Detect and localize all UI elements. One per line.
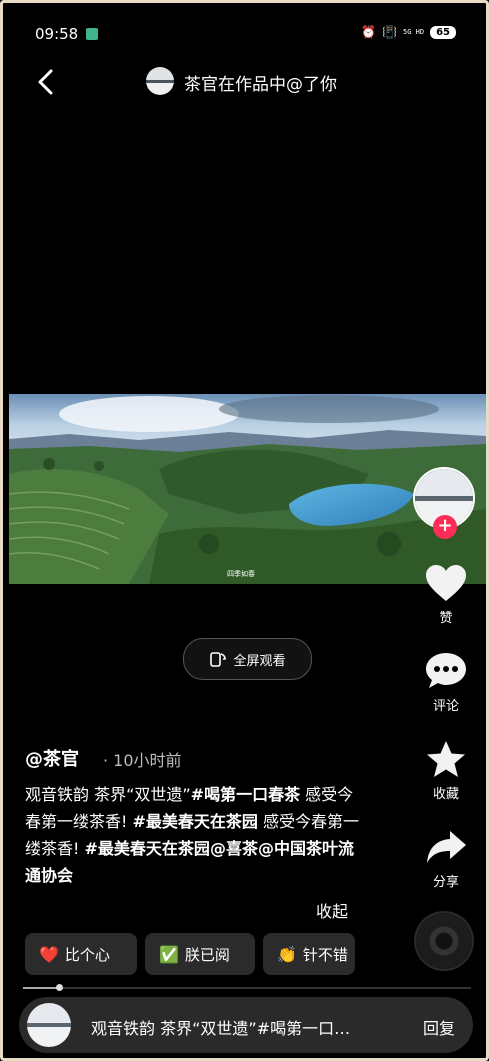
post-time: · 10小时前: [103, 751, 182, 770]
desc-text: 观音铁韵 茶界“双世遗”: [25, 785, 191, 804]
share-label: 分享: [432, 875, 459, 890]
app-notification-icon: [86, 28, 98, 40]
rotate-screen-icon: [210, 652, 227, 667]
comment-icon: [426, 653, 466, 688]
page-title: 茶官在作品中@了你: [184, 75, 337, 95]
comment-button[interactable]: 评论: [416, 651, 476, 714]
quick-reply-chip[interactable]: ✅ 朕已阅: [145, 933, 255, 975]
chip-label: 比个心: [64, 945, 110, 964]
avatar-image: [146, 67, 174, 95]
back-button[interactable]: [31, 67, 61, 97]
status-time: 09:58: [35, 25, 79, 43]
fullscreen-button[interactable]: 全屏观看: [183, 638, 312, 680]
hashtag-link[interactable]: #最美春天在茶园: [133, 812, 258, 831]
chip-label: 针不错: [302, 945, 348, 964]
hashtag-link[interactable]: #最美春天在茶园: [85, 839, 210, 858]
quick-reply-chip[interactable]: 👏 针不错: [263, 933, 355, 975]
video-progress-fill: [23, 987, 59, 989]
signal-icon: 5G HD: [403, 27, 425, 36]
share-button[interactable]: 分享: [416, 827, 476, 890]
collapse-button[interactable]: 收起: [316, 898, 348, 922]
clap-icon: 👏: [277, 944, 297, 964]
screen: 09:58 ⏰ 📳 5G HD 65 茶官在作品中@了你 四季如春 全屏观看 +…: [0, 0, 489, 1061]
avatar-image: [27, 1003, 71, 1047]
follow-button[interactable]: +: [433, 515, 457, 539]
mention-avatar[interactable]: [146, 67, 174, 95]
alarm-icon: ⏰: [361, 25, 377, 39]
check-icon: ✅: [159, 944, 179, 964]
like-button[interactable]: 赞: [416, 563, 476, 626]
reply-button[interactable]: 回复: [423, 1015, 455, 1039]
chip-label: 朕已阅: [184, 945, 230, 964]
quick-reply-chip[interactable]: ❤️ 比个心: [25, 933, 137, 975]
author-name[interactable]: @茶官: [25, 745, 79, 771]
fullscreen-label: 全屏观看: [233, 653, 286, 669]
music-disc-icon[interactable]: [416, 913, 472, 969]
bottom-avatar: [27, 1003, 71, 1047]
favorite-label: 收藏: [432, 787, 459, 802]
heart-icon: ❤️: [39, 944, 59, 964]
heart-icon: [426, 565, 466, 601]
like-label: 赞: [439, 611, 453, 626]
reply-preview-text[interactable]: 观音铁韵 茶界“双世遗”#喝第一口…: [91, 1015, 413, 1039]
favorite-button[interactable]: 收藏: [416, 739, 476, 802]
post-description: 观音铁韵 茶界“双世遗”#喝第一口春茶 感受今春第一缕茶香! #最美春天在茶园 …: [25, 781, 367, 889]
mention-link[interactable]: @喜茶: [210, 839, 258, 858]
share-arrow-icon: [427, 831, 466, 863]
video-progress-track[interactable]: [23, 987, 471, 989]
star-icon: [427, 741, 465, 777]
battery-indicator: 65: [430, 25, 456, 39]
video-watermark: 四季如春: [227, 570, 255, 578]
comment-label: 评论: [432, 699, 459, 714]
status-right: ⏰ 📳 5G HD 65: [361, 25, 456, 39]
hashtag-link[interactable]: #喝第一口春茶: [191, 785, 300, 804]
back-icon: [38, 69, 53, 95]
vibrate-icon: 📳: [382, 25, 397, 39]
status-bar: 09:58 ⏰ 📳 5G HD 65: [3, 3, 486, 61]
video-progress-handle[interactable]: [56, 984, 63, 991]
